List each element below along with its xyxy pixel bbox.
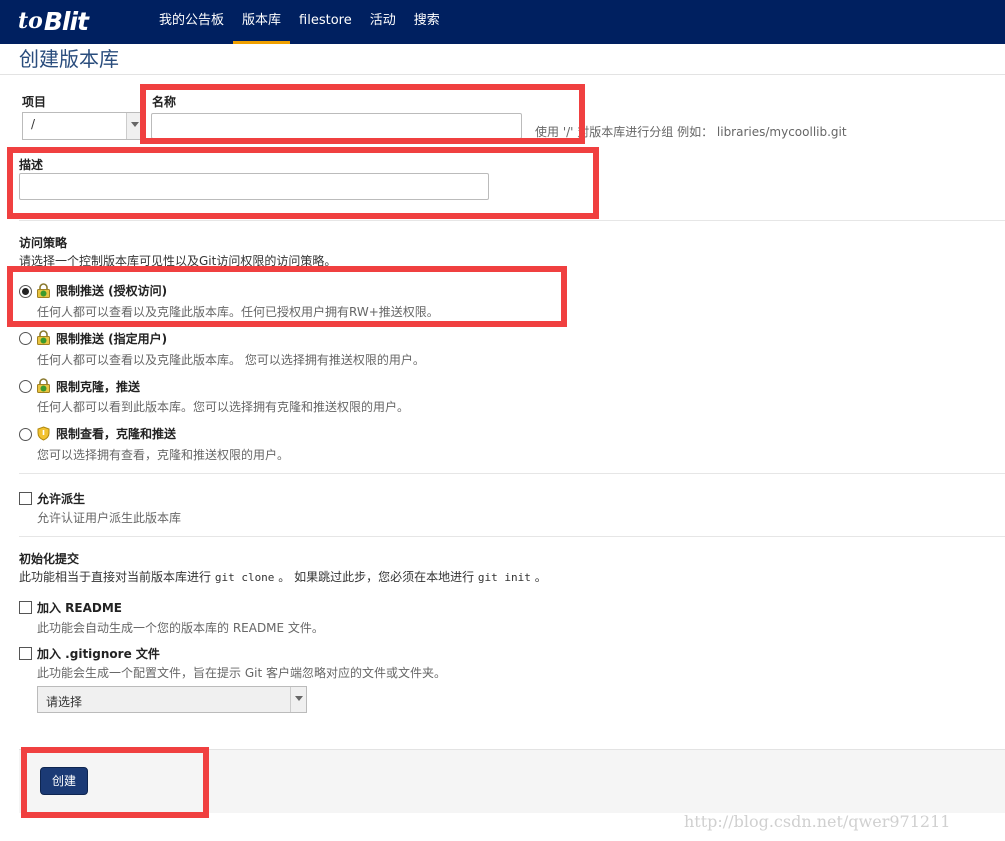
access-radio-named-push[interactable] <box>19 332 32 345</box>
annotation-box-name <box>140 84 585 144</box>
nav-item-filestore[interactable]: filestore <box>290 0 361 44</box>
access-policy-title: 访问策略 <box>19 236 68 250</box>
nav-menu: 我的公告板 版本库 filestore 活动 搜索 <box>150 0 449 44</box>
shield-icon <box>37 426 50 441</box>
divider <box>19 536 1005 537</box>
access-radio-view-clone-push[interactable] <box>19 428 32 441</box>
brand-mark: to <box>18 8 43 34</box>
project-select[interactable]: / <box>22 112 143 140</box>
access-option-title: 限制克隆，推送 <box>56 380 141 394</box>
access-option-desc: 您可以选择拥有查看，克隆和推送权限的用户。 <box>37 448 290 462</box>
desc-text: 。 如果跳过此步，您必须在本地进行 <box>274 570 478 584</box>
add-gitignore-checkbox[interactable] <box>19 647 32 660</box>
gitignore-select[interactable]: 请选择 <box>37 686 307 713</box>
access-option-desc: 任何人都可以看到此版本库。您可以选择拥有克隆和推送权限的用户。 <box>37 400 410 414</box>
access-option-desc: 任何人都可以查看以及克隆此版本库。 您可以选择拥有推送权限的用户。 <box>37 353 425 367</box>
initial-commit-desc: 此功能相当于直接对当前版本库进行 git clone 。 如果跳过此步，您必须在… <box>19 568 547 585</box>
nav-item-search[interactable]: 搜索 <box>405 0 449 44</box>
access-option-title: 限制推送 (指定用户) <box>56 332 168 346</box>
project-label: 项目 <box>22 95 47 109</box>
add-readme-desc: 此功能会自动生成一个您的版本库的 README 文件。 <box>37 621 324 635</box>
initial-commit-title: 初始化提交 <box>19 552 80 566</box>
add-gitignore-title: 加入 .gitignore 文件 <box>37 647 160 661</box>
access-option-title: 限制查看，克隆和推送 <box>56 427 177 441</box>
nav-item-repositories[interactable]: 版本库 <box>233 0 291 44</box>
annotation-box-description <box>7 147 599 219</box>
git-clone-code: git clone <box>214 571 275 584</box>
add-gitignore-desc: 此功能会生成一个配置文件，旨在提示 Git 客户端忽略对应的文件或文件夹。 <box>37 666 446 680</box>
chevron-down-icon <box>290 687 306 712</box>
annotation-box-create <box>21 747 209 818</box>
lock-green-icon <box>37 378 50 393</box>
access-radio-clone-push[interactable] <box>19 380 32 393</box>
project-select-value: / <box>31 117 36 131</box>
allow-fork-checkbox[interactable] <box>19 492 32 505</box>
gitignore-select-value: 请选择 <box>46 695 83 709</box>
desc-text: 此功能相当于直接对当前版本库进行 <box>19 570 215 584</box>
add-readme-checkbox[interactable] <box>19 601 32 614</box>
top-navbar: to Blit 我的公告板 版本库 filestore 活动 搜索 <box>0 0 1005 44</box>
brand-logo[interactable]: to Blit <box>18 6 89 36</box>
watermark: http://blog.csdn.net/qwer971211 <box>684 812 951 831</box>
page-title: 创建版本库 <box>19 47 119 71</box>
add-readme-title: 加入 README <box>37 601 123 615</box>
nav-item-dashboard[interactable]: 我的公告板 <box>150 0 233 44</box>
annotation-box-access-option <box>7 266 567 327</box>
allow-fork-title: 允许派生 <box>37 492 86 506</box>
nav-item-activity[interactable]: 活动 <box>361 0 405 44</box>
divider <box>19 220 1005 221</box>
git-init-code: git init <box>477 571 531 584</box>
desc-text: 。 <box>530 570 547 584</box>
title-divider <box>0 74 1005 75</box>
lock-green-icon <box>37 330 50 345</box>
divider <box>19 473 1005 474</box>
brand-text: Blit <box>43 6 89 36</box>
allow-fork-desc: 允许认证用户派生此版本库 <box>37 511 182 525</box>
